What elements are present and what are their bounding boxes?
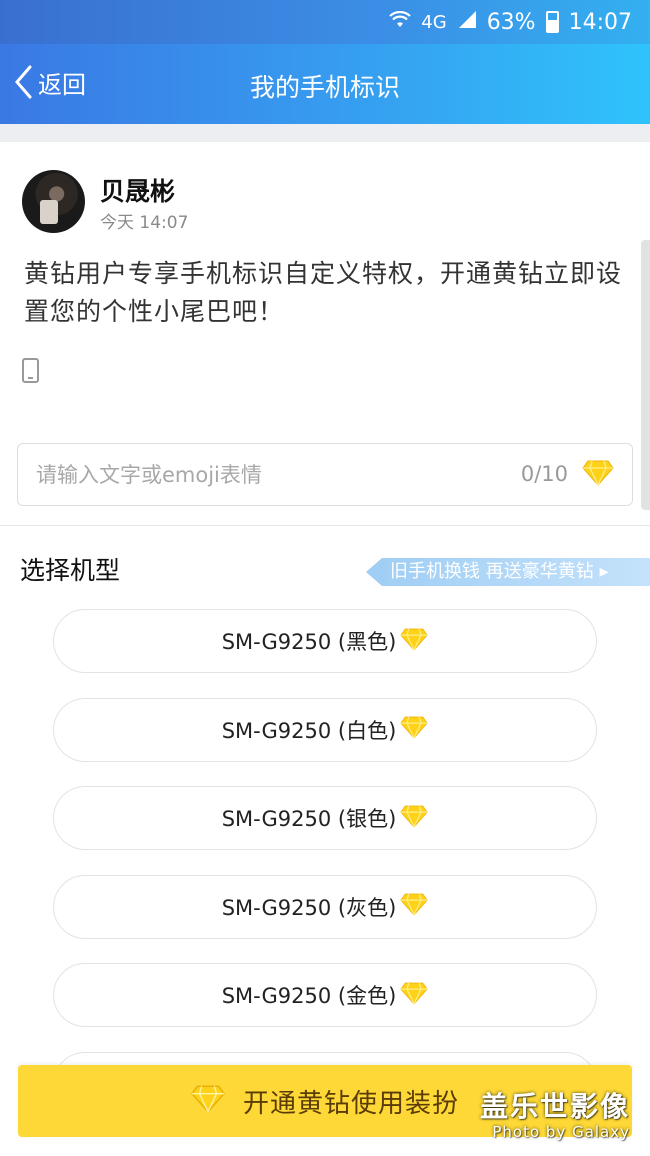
open-vip-label: 开通黄钻使用装扮 [242,1088,459,1119]
diamond-icon [400,805,428,832]
model-option[interactable]: SM-G9250 (黑色) [53,609,597,673]
promo-banner[interactable]: 旧手机换钱 再送豪华黄钻 ▸ [366,558,650,586]
model-option[interactable]: SM-G9250 (金色) [53,963,597,1027]
model-option[interactable]: SM-G9250 (灰色) [53,874,597,939]
model-label: SM-G9250 (黑色) [221,630,397,654]
battery-icon [545,11,559,33]
tail-input-box[interactable]: 0/10 [17,443,633,506]
scroll-indicator [641,240,650,510]
battery-percent: 63% [486,9,536,35]
open-vip-button[interactable]: 开通黄钻使用装扮 [18,1065,632,1137]
diamond-icon [400,893,428,920]
model-label: SM-G9250 (白色) [221,718,397,743]
user-name: 贝晟彬 [100,177,176,206]
device-icon [22,358,39,383]
divider [0,525,650,526]
char-count: 0/10 [520,462,568,486]
diamond-icon [400,982,428,1009]
network-type: 4G [421,11,447,33]
status-bar: 4G 63% 14:07 [0,0,650,44]
model-option[interactable]: SM-G9250 (白色) [53,697,597,762]
clock: 14:07 [568,9,632,35]
model-label: SM-G9250 (灰色) [221,895,397,920]
tail-text-input[interactable] [36,456,506,494]
diamond-icon [582,460,614,490]
avatar[interactable] [22,170,85,233]
signal-icon [457,9,477,35]
model-list: SM-G9250 (黑色) SM-G9250 (白色) SM-G9250 (银色… [53,609,597,1140]
post-time: 今天 14:07 [100,213,189,233]
model-label: SM-G9250 (金色) [221,984,397,1008]
select-model-title: 选择机型 [20,556,121,585]
model-label: SM-G9250 (银色) [221,807,397,831]
bottom-area [0,1137,650,1156]
model-option[interactable]: SM-G9250 (银色) [53,786,597,850]
diamond-icon [191,1085,225,1117]
section-gap [0,124,650,142]
nav-bar: 返回 我的手机标识 [0,44,650,124]
diamond-icon [400,628,428,655]
page-title: 我的手机标识 [249,73,400,102]
post-text: 黄钻用户专享手机标识自定义特权，开通黄钻立即设置您的个性小尾巴吧！ [24,259,623,326]
wifi-icon [389,10,412,35]
diamond-icon [400,716,428,743]
